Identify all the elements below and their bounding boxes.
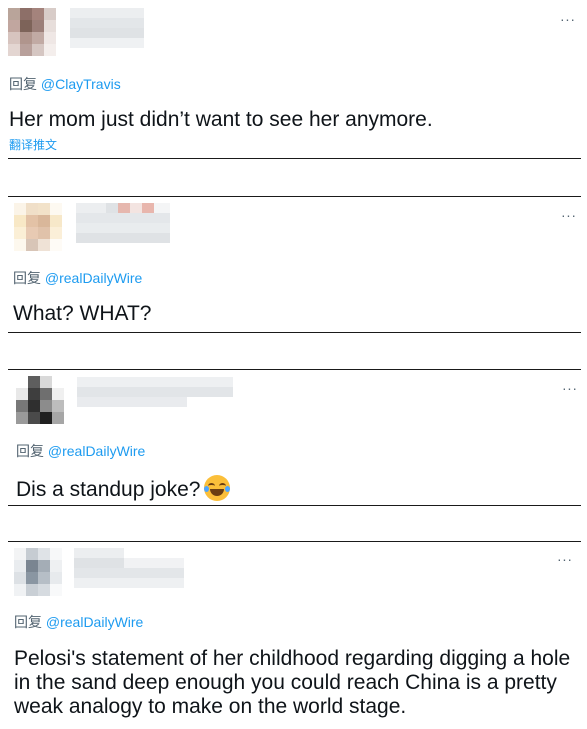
avatar[interactable]	[16, 376, 64, 424]
author-name[interactable]	[70, 8, 144, 54]
face-with-tears-of-joy-icon	[204, 475, 231, 501]
tweet-text: What? WHAT?	[13, 302, 152, 325]
divider	[8, 158, 581, 159]
avatar[interactable]	[14, 203, 62, 251]
divider	[8, 369, 581, 370]
avatar[interactable]	[14, 548, 62, 596]
avatar[interactable]	[8, 8, 56, 56]
reply-prefix: 回复	[14, 614, 42, 630]
reply-context: 回复 @realDailyWire	[13, 269, 142, 287]
reply-handle-link[interactable]: @realDailyWire	[45, 270, 142, 286]
reply-prefix: 回复	[16, 443, 44, 459]
more-options-icon[interactable]: ···	[557, 552, 573, 566]
reply-context: 回复 @realDailyWire	[16, 442, 145, 460]
reply-handle-link[interactable]: @realDailyWire	[46, 614, 143, 630]
tweet-text: Dis a standup joke?	[16, 475, 231, 502]
divider	[8, 196, 581, 197]
more-options-icon[interactable]: ···	[561, 208, 577, 222]
author-name[interactable]	[76, 203, 170, 249]
divider	[8, 332, 581, 333]
author-name[interactable]	[74, 548, 184, 594]
more-options-icon[interactable]: ···	[560, 12, 576, 26]
reply-handle-link[interactable]: @realDailyWire	[48, 443, 145, 459]
reply-prefix: 回复	[9, 76, 37, 92]
reply-context: 回复 @realDailyWire	[14, 613, 143, 631]
reply-handle-link[interactable]: @ClayTravis	[41, 76, 121, 92]
reply-context: 回复 @ClayTravis	[9, 75, 121, 93]
reply-prefix: 回复	[13, 270, 41, 286]
tweet-text: Her mom just didn’t want to see her anym…	[9, 108, 433, 131]
divider	[8, 505, 581, 506]
translate-tweet-link[interactable]: 翻译推文	[9, 138, 57, 152]
tweet-text: Pelosi's statement of her childhood rega…	[14, 647, 571, 718]
author-name[interactable]	[77, 377, 233, 413]
divider	[8, 541, 581, 542]
tweet-text-content: Dis a standup joke?	[16, 478, 201, 501]
more-options-icon[interactable]: ···	[562, 381, 578, 395]
